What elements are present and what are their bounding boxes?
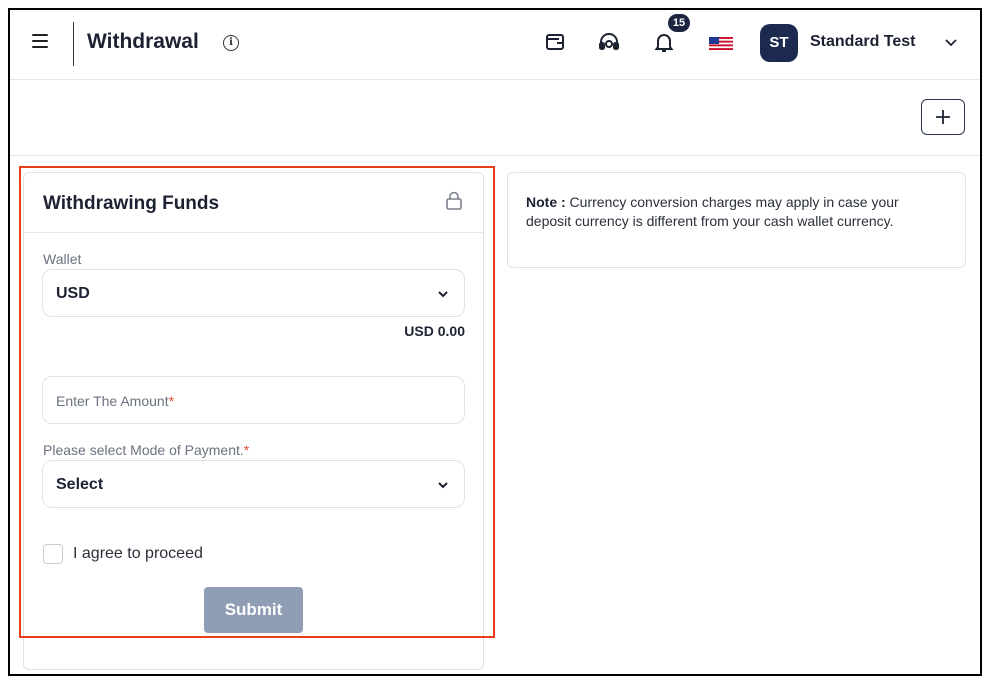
wallet-label: Wallet bbox=[43, 251, 82, 267]
avatar[interactable]: ST bbox=[760, 24, 798, 62]
withdraw-card: Withdrawing Funds Wallet USD USD 0.00 En… bbox=[23, 172, 484, 670]
payment-mode-select[interactable]: Select bbox=[42, 460, 465, 508]
plus-icon bbox=[936, 110, 950, 124]
user-name[interactable]: Standard Test bbox=[810, 33, 916, 51]
headset-icon[interactable] bbox=[597, 30, 621, 54]
chevron-down-icon bbox=[436, 478, 450, 492]
menu-icon[interactable] bbox=[32, 34, 48, 50]
withdraw-card-header: Withdrawing Funds bbox=[24, 173, 483, 233]
note-text: Note : Currency conversion charges may a… bbox=[526, 193, 946, 231]
top-bar: Withdrawal i 15 ST Standard Test bbox=[10, 10, 980, 80]
agree-checkbox[interactable] bbox=[43, 544, 63, 564]
amount-input[interactable]: Enter The Amount* bbox=[42, 376, 465, 424]
lock-icon bbox=[445, 191, 463, 211]
wallet-balance: USD 0.00 bbox=[404, 323, 465, 339]
note-card: Note : Currency conversion charges may a… bbox=[507, 172, 966, 268]
add-button[interactable] bbox=[921, 99, 965, 135]
note-body: Currency conversion charges may apply in… bbox=[526, 194, 899, 229]
amount-placeholder: Enter The Amount* bbox=[56, 393, 175, 409]
info-icon[interactable]: i bbox=[223, 35, 239, 51]
bell-icon[interactable] bbox=[652, 30, 676, 54]
title-divider bbox=[73, 22, 74, 66]
required-mark: * bbox=[168, 393, 175, 409]
app-window: Withdrawal i 15 ST Standard Test Withdra… bbox=[8, 8, 982, 676]
wallet-select-value: USD bbox=[56, 285, 90, 302]
chevron-down-icon[interactable] bbox=[944, 35, 958, 49]
chevron-down-icon bbox=[436, 287, 450, 301]
us-flag-icon[interactable] bbox=[709, 37, 733, 50]
required-mark: * bbox=[243, 442, 250, 458]
page-title: Withdrawal bbox=[87, 30, 199, 53]
notification-count-badge: 15 bbox=[668, 14, 690, 32]
wallet-icon[interactable] bbox=[543, 30, 567, 54]
wallet-select[interactable]: USD bbox=[42, 269, 465, 317]
action-bar bbox=[10, 80, 980, 156]
note-label: Note : bbox=[526, 194, 566, 210]
payment-mode-label: Please select Mode of Payment.* bbox=[43, 442, 250, 458]
payment-mode-value: Select bbox=[56, 476, 104, 493]
submit-button[interactable]: Submit bbox=[204, 587, 303, 633]
withdraw-card-title: Withdrawing Funds bbox=[43, 193, 220, 214]
agree-checkbox-label[interactable]: I agree to proceed bbox=[73, 545, 203, 563]
